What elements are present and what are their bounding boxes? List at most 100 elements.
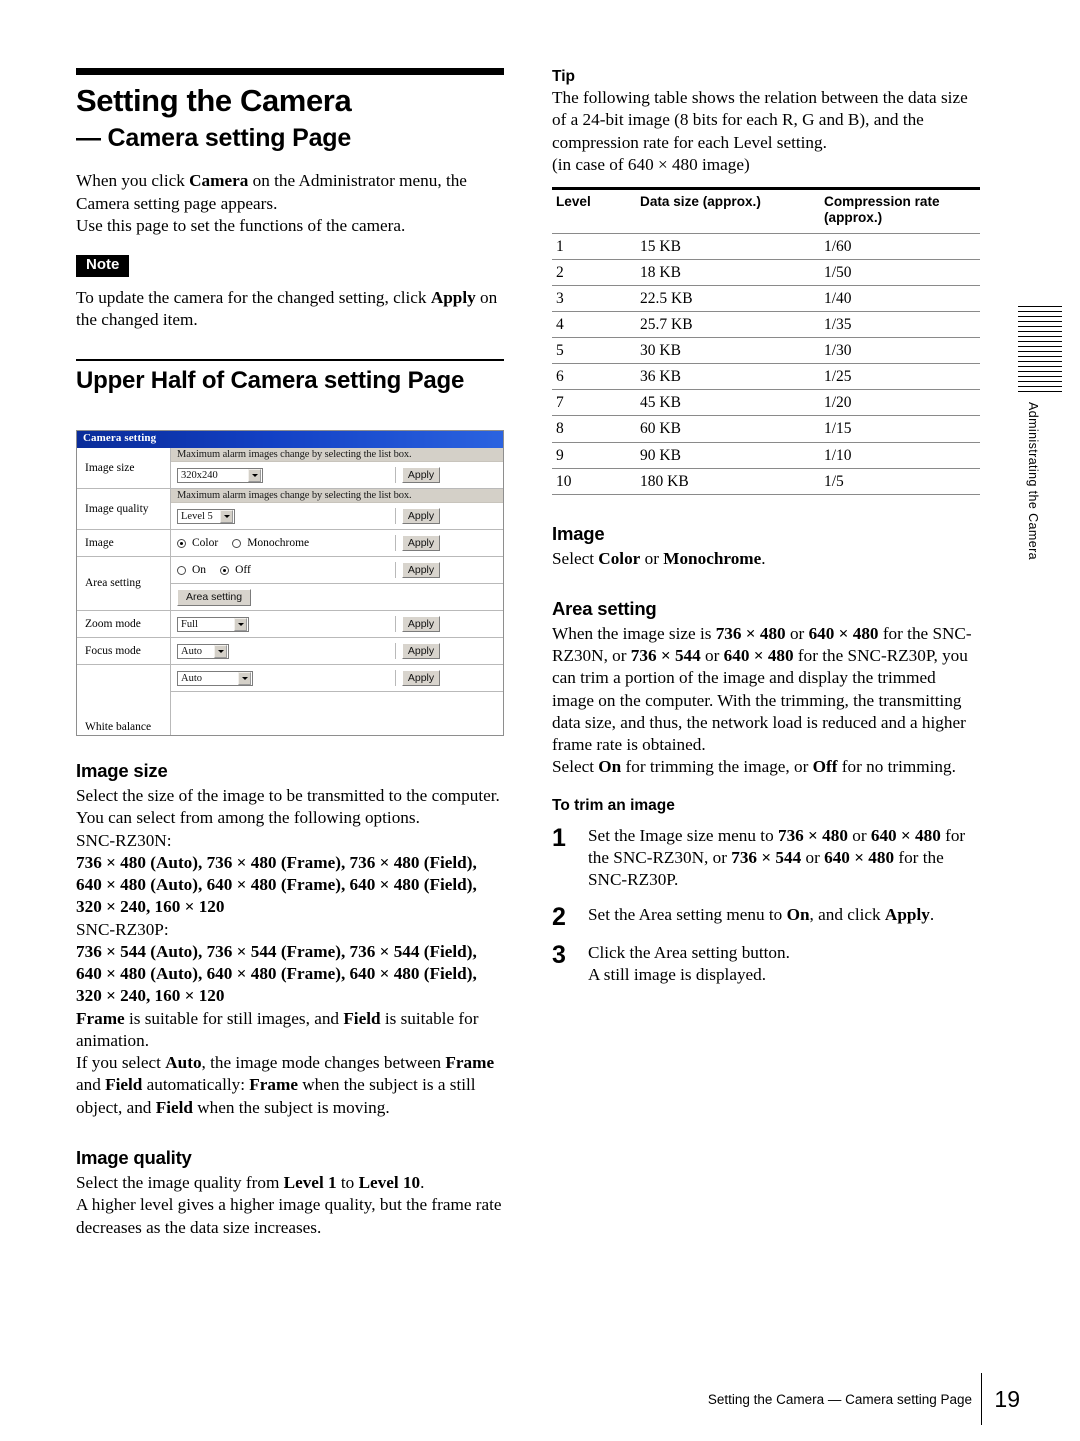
list-item: 3 Click the Area setting button. A still… xyxy=(552,942,980,987)
select-image-size[interactable]: 320x240 xyxy=(177,467,263,483)
manual-page: Setting the Camera — Camera setting Page… xyxy=(0,0,1080,1441)
list-item: 2 Set the Area setting menu to On, and c… xyxy=(552,904,980,930)
label-area-setting: Area setting xyxy=(77,557,171,610)
iq-text-a: Select the image quality from xyxy=(76,1172,284,1192)
radio-monochrome[interactable] xyxy=(232,538,242,548)
cell-level: 10 xyxy=(552,468,636,495)
chevron-down-icon[interactable] xyxy=(220,509,233,523)
control-zoom-mode: Full Apply xyxy=(171,611,503,637)
screenshot-form: Image size Maximum alarm images change b… xyxy=(77,448,503,735)
select-zoom-mode[interactable]: Full xyxy=(177,616,249,632)
row-image-quality: Image quality Maximum alarm images chang… xyxy=(77,489,503,530)
apply-button-zoom-mode[interactable]: Apply xyxy=(402,616,440,632)
radio-off[interactable] xyxy=(220,565,230,575)
radio-on[interactable] xyxy=(177,565,186,575)
apply-button-area-setting[interactable]: Apply xyxy=(402,562,440,578)
hint-image-quality: Maximum alarm images change by selecting… xyxy=(171,489,503,503)
chevron-down-icon[interactable] xyxy=(214,644,227,658)
img-text-c: or xyxy=(640,548,664,568)
table-row: 4 25.7 KB 1/35 xyxy=(552,311,980,339)
table-head: Level Data size (approx.) Compression ra… xyxy=(552,187,980,235)
step2-bold-on: On xyxy=(786,904,810,924)
cell-size: 60 KB xyxy=(636,415,820,443)
apply-button-image[interactable]: Apply xyxy=(402,535,440,551)
step2-c: , and click xyxy=(809,904,885,924)
bold-auto: Auto xyxy=(165,1053,202,1073)
area-setting-button[interactable]: Area setting xyxy=(177,588,252,606)
auto-text-g: automatically: xyxy=(142,1075,250,1095)
image-size-p2: You can select from among the following … xyxy=(76,808,420,828)
tip-label: Tip xyxy=(552,68,575,85)
table-row: 8 60 KB 1/15 xyxy=(552,415,980,443)
table-row: 7 45 KB 1/20 xyxy=(552,389,980,417)
apply-button-focus-mode[interactable]: Apply xyxy=(402,643,440,659)
label-white-balance: White balance mode xyxy=(77,665,171,735)
frame-field-paragraph: Frame is suitable for still images, and … xyxy=(76,1008,504,1053)
radio-color[interactable] xyxy=(177,538,186,548)
bold-off: Off xyxy=(812,757,838,777)
apply-cell-zoom-mode: Apply xyxy=(395,616,503,632)
footer-divider xyxy=(981,1373,982,1425)
bold-736x480: 736 × 480 xyxy=(715,623,786,643)
area-setting-p2: Select On for trimming the image, or Off… xyxy=(552,756,980,778)
area2-text-c: for trimming the image, or xyxy=(621,757,813,777)
radio-group-area: On Off xyxy=(177,564,261,576)
apply-cell-image-quality: Apply xyxy=(395,508,503,524)
bold-level-10: Level 10 xyxy=(358,1172,421,1192)
step1-c: or xyxy=(847,825,871,845)
bold-frame-1: Frame xyxy=(76,1008,125,1028)
radio-label-on: On xyxy=(192,564,207,576)
select-focus-mode[interactable]: Auto xyxy=(177,643,229,659)
side-tab-label: Administrating the Camera xyxy=(1026,402,1040,560)
table-row: 5 30 KB 1/30 xyxy=(552,337,980,365)
cell-image-size: Maximum alarm images change by selecting… xyxy=(171,448,503,488)
note-badge: Note xyxy=(76,255,130,277)
table-row: 3 22.5 KB 1/40 xyxy=(552,285,980,313)
cell-image-quality: Maximum alarm images change by selecting… xyxy=(171,489,503,529)
bold-color: Color xyxy=(598,548,641,568)
apply-button-white-balance[interactable]: Apply xyxy=(402,670,440,686)
cell-area-setting: On Off Apply Area setting xyxy=(171,557,503,610)
cell-rate: 1/35 xyxy=(820,311,980,339)
step1-bold-1: 736 × 480 xyxy=(777,825,848,845)
tip-case-line: (in case of 640 × 480 image) xyxy=(552,154,750,174)
iq-text-c: to xyxy=(336,1172,359,1192)
bold-field-1: Field xyxy=(343,1008,381,1028)
chevron-down-icon[interactable] xyxy=(234,617,247,631)
radio-group-image: Color Monochrome xyxy=(177,537,319,549)
cell-size: 30 KB xyxy=(636,337,820,365)
apply-button-image-quality[interactable]: Apply xyxy=(402,508,440,524)
cell-zoom-mode: Full Apply xyxy=(171,611,503,637)
compression-table: Level Data size (approx.) Compression ra… xyxy=(552,187,980,495)
radio-label-color: Color xyxy=(192,537,219,549)
step1-a: Set the Image size menu to xyxy=(588,825,778,845)
cell-rate: 1/5 xyxy=(820,468,980,495)
select-white-balance[interactable]: Auto xyxy=(177,670,253,686)
right-column: Tip The following table shows the relati… xyxy=(552,68,980,998)
bold-640x480: 640 × 480 xyxy=(808,623,879,643)
cell-image: Color Monochrome Apply xyxy=(171,530,503,556)
row-image: Image Color Monochrome Apply xyxy=(77,530,503,557)
cell-level: 7 xyxy=(552,389,636,417)
table-row: 10 180 KB 1/5 xyxy=(552,468,980,495)
cell-size: 25.7 KB xyxy=(636,311,820,339)
note-text-a: To update the camera for the changed set… xyxy=(76,287,431,307)
cell-size: 36 KB xyxy=(636,363,820,391)
step-text: Click the Area setting button. A still i… xyxy=(588,942,980,987)
trim-steps: 1 Set the Image size menu to 736 × 480 o… xyxy=(552,825,980,986)
label-zoom-mode: Zoom mode xyxy=(77,611,171,637)
apply-cell-white-balance: Apply xyxy=(395,670,503,686)
intro-paragraph: When you click Camera on the Administrat… xyxy=(76,170,504,215)
area-text-a: When the image size is xyxy=(552,623,716,643)
auto-paragraph: If you select Auto, the image mode chang… xyxy=(76,1052,504,1119)
chevron-down-icon[interactable] xyxy=(238,671,251,685)
apply-button-image-size[interactable]: Apply xyxy=(402,467,440,483)
chevron-down-icon[interactable] xyxy=(248,468,261,482)
select-zoom-mode-value: Full xyxy=(181,618,198,630)
step3-b: A still image is displayed. xyxy=(588,964,767,984)
step-number: 1 xyxy=(552,823,566,852)
intro-text-a: When you click xyxy=(76,171,190,191)
select-image-quality[interactable]: Level 5 xyxy=(177,508,235,524)
img-text-a: Select xyxy=(552,548,599,568)
cell-level: 4 xyxy=(552,311,636,339)
